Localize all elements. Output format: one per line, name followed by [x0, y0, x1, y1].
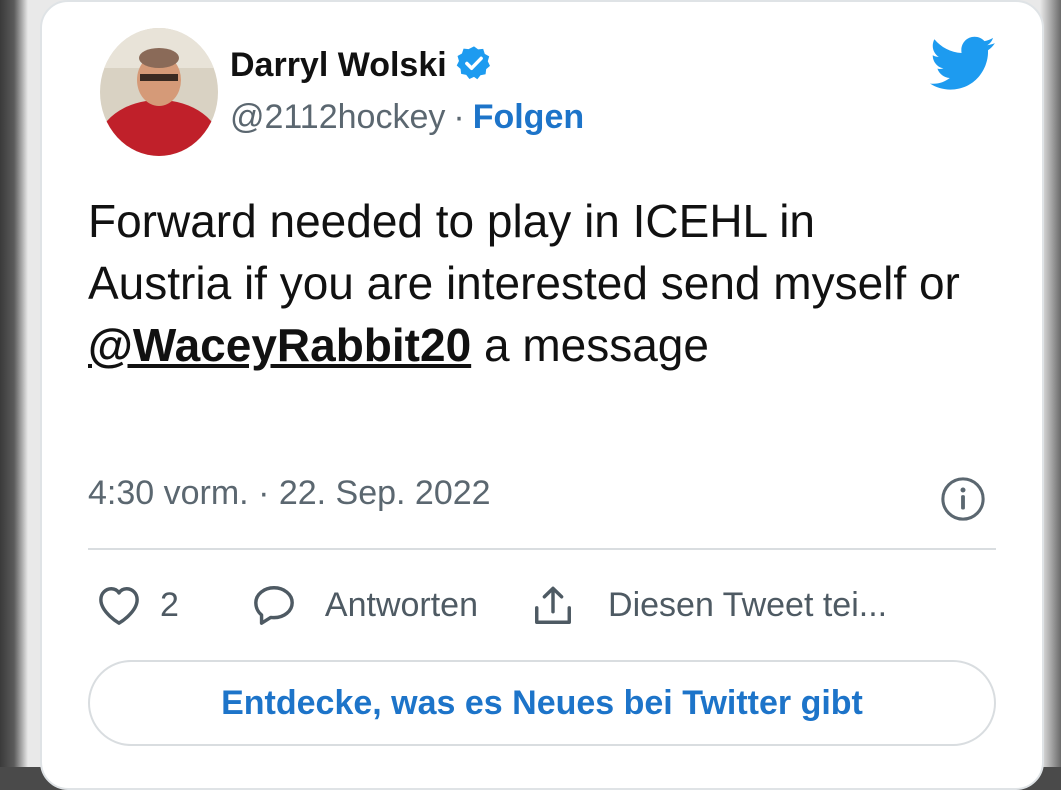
speech-bubble-icon — [251, 583, 297, 627]
mention-link[interactable]: @WaceyRabbit20 — [88, 319, 471, 371]
tweet-text: Forward needed to play in ICEHL in Austr… — [88, 190, 968, 376]
follow-button[interactable]: Folgen — [473, 98, 584, 137]
twitter-bird-icon[interactable] — [930, 36, 996, 92]
tweet-text-part-2: a message — [471, 319, 709, 371]
share-label: Diesen Tweet tei... — [608, 585, 888, 624]
reply-label: Antworten — [324, 585, 479, 624]
share-upload-icon — [530, 583, 576, 627]
info-icon[interactable] — [940, 476, 986, 522]
heart-icon — [96, 584, 142, 626]
like-button[interactable]: 2 — [96, 584, 251, 626]
separator-dot: · — [453, 98, 465, 136]
verified-badge-icon — [455, 44, 493, 87]
discover-twitter-button[interactable]: Entdecke, was es Neues bei Twitter gibt — [88, 660, 996, 746]
handle-row: @2112hockey · Folgen — [230, 98, 584, 137]
tweet-timestamp[interactable]: 4:30 vorm. · 22. Sep. 2022 — [88, 474, 491, 513]
like-count: 2 — [160, 585, 179, 624]
share-button[interactable]: Diesen Tweet tei... — [530, 583, 887, 627]
divider — [88, 548, 996, 550]
tweet-text-part-1: Forward needed to play in ICEHL in Austr… — [88, 195, 960, 309]
author-handle[interactable]: @2112hockey — [230, 98, 445, 137]
reply-button[interactable]: Antworten — [251, 583, 530, 627]
avatar[interactable] — [100, 28, 218, 156]
author-name-row: Darryl Wolski — [230, 44, 493, 87]
author-name[interactable]: Darryl Wolski — [230, 46, 447, 85]
tweet-actions: 2 Antworten Diesen Tweet tei... — [96, 580, 887, 630]
